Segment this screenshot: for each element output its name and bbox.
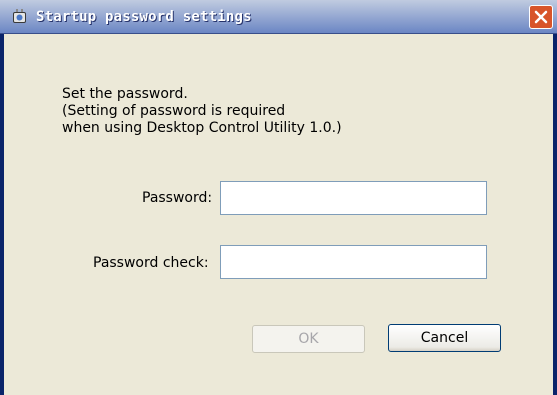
instruction-line-1: Set the password. bbox=[62, 86, 188, 102]
window-title: Startup password settings bbox=[36, 9, 252, 25]
cancel-button[interactable]: Cancel bbox=[388, 324, 501, 352]
dialog-window: Startup password settings Set the passwo… bbox=[0, 0, 557, 395]
password-label: Password: bbox=[142, 190, 213, 206]
window-edge bbox=[553, 34, 557, 395]
ok-button-label: OK bbox=[298, 331, 319, 347]
cancel-button-label: Cancel bbox=[420, 330, 469, 346]
instruction-line-2: (Setting of password is required bbox=[62, 103, 286, 119]
password-check-label: Password check: bbox=[93, 255, 209, 271]
app-icon bbox=[10, 8, 30, 26]
password-field[interactable] bbox=[220, 181, 487, 215]
instruction-line-3: when using Desktop Control Utility 1.0.) bbox=[62, 120, 342, 136]
title-bar[interactable]: Startup password settings bbox=[0, 0, 557, 34]
close-icon bbox=[534, 10, 548, 24]
password-check-field[interactable] bbox=[220, 245, 487, 279]
instruction-text: Set the password. (Setting of password i… bbox=[62, 86, 342, 137]
ok-button[interactable]: OK bbox=[252, 325, 365, 353]
close-button[interactable] bbox=[529, 5, 553, 29]
